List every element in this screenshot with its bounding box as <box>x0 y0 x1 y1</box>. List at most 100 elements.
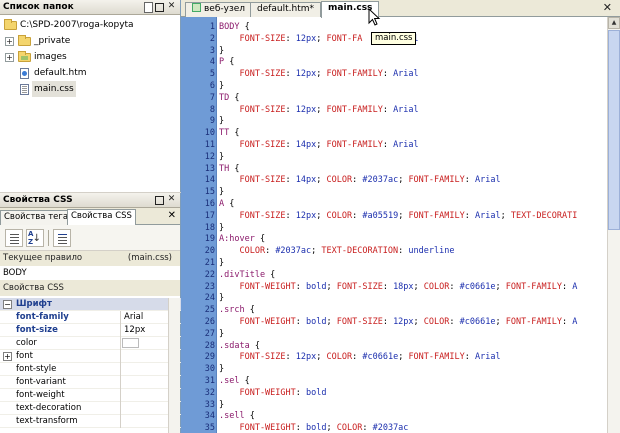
categorized-view-button[interactable] <box>5 229 23 247</box>
close-tab-icon[interactable]: ✕ <box>168 210 176 221</box>
code-token: .srch <box>219 305 245 316</box>
code-line[interactable]: FONT-SIZE: 12px; COLOR: #a05519; FONT-FA… <box>219 211 577 221</box>
code-token: Arial <box>393 104 419 115</box>
code-line[interactable]: } <box>219 258 224 268</box>
line-number: 19 <box>204 234 215 245</box>
code-line[interactable]: FONT-WEIGHT: bold; COLOR: #2037ac <box>219 423 408 433</box>
category-font[interactable]: − Шрифт <box>0 298 181 311</box>
property-value[interactable]: Arial <box>120 311 168 324</box>
tree-item-private[interactable]: + _private <box>0 33 180 49</box>
code-line[interactable]: } <box>219 293 224 303</box>
property-row[interactable]: font-variant <box>0 376 181 389</box>
editor-scrollbar[interactable]: ▲ <box>607 17 620 433</box>
current-rule-value-row[interactable]: BODY <box>0 266 180 281</box>
code-line[interactable]: .srch { <box>219 305 255 315</box>
property-row[interactable]: + font <box>0 350 181 363</box>
code-line[interactable]: FONT-WEIGHT: bold; FONT-SIZE: 12px; COLO… <box>219 317 577 327</box>
code-token: A:hover <box>219 234 255 245</box>
maximize-panel-icon[interactable] <box>155 196 164 205</box>
code-line[interactable]: FONT-SIZE: 12px; COLOR: #c0661e; FONT-FA… <box>219 352 500 363</box>
code-line[interactable]: FONT-SIZE: 12px; FONT-FAMILY: Arial <box>219 104 419 115</box>
code-line[interactable]: } <box>219 329 224 339</box>
code-line[interactable]: } <box>219 223 224 233</box>
maximize-panel-icon[interactable] <box>155 3 164 12</box>
property-value[interactable] <box>120 363 168 376</box>
code-line[interactable]: .divTitle { <box>219 270 275 280</box>
property-row[interactable]: color <box>0 337 181 350</box>
tree-item-images[interactable]: + images <box>0 49 180 65</box>
code-line[interactable]: A:hover { <box>219 234 265 244</box>
show-set-properties-button[interactable] <box>53 229 71 247</box>
collapse-icon[interactable]: − <box>3 300 12 309</box>
close-document-icon[interactable]: ✕ <box>603 1 612 14</box>
code-line[interactable]: FONT-WEIGHT: bold; FONT-SIZE: 18px; COLO… <box>219 282 577 292</box>
code-line[interactable]: .sdata { <box>219 341 260 351</box>
code-token: FONT-FAMILY <box>505 281 563 292</box>
code-token: 12px <box>295 352 317 363</box>
code-line[interactable]: } <box>219 187 224 197</box>
code-line[interactable]: FONT-SIZE: 14px; COLOR: #2037ac; FONT-FA… <box>219 175 500 185</box>
scroll-thumb[interactable] <box>608 30 620 230</box>
close-panel-icon[interactable]: ✕ <box>166 194 177 205</box>
tab-website[interactable]: веб-узел <box>185 2 253 17</box>
tree-item-label: default.htm <box>34 68 87 78</box>
property-value[interactable] <box>120 350 168 363</box>
code-line[interactable]: } <box>219 152 224 162</box>
code-token: : <box>285 210 296 221</box>
code-line[interactable]: TT { <box>219 128 240 138</box>
code-line[interactable]: P { <box>219 57 234 67</box>
property-value[interactable]: 12px <box>120 324 168 337</box>
property-row[interactable]: text-transform <box>0 415 181 428</box>
tree-item-default-htm[interactable]: default.htm <box>0 65 180 81</box>
property-value[interactable] <box>120 389 168 402</box>
new-page-icon[interactable] <box>144 2 153 13</box>
property-row[interactable]: text-decoration <box>0 402 181 415</box>
property-row[interactable]: font-weight <box>0 389 181 402</box>
expand-icon[interactable]: + <box>3 352 12 361</box>
code-line[interactable]: } <box>219 400 224 410</box>
property-row[interactable]: font-family Arial <box>0 311 181 324</box>
code-line[interactable]: FONT-SIZE: 14px; FONT-FAMILY: Arial <box>219 140 418 150</box>
code-line[interactable]: } <box>219 116 224 126</box>
code-line[interactable]: COLOR: #2037ac; TEXT-DECORATION: underli… <box>219 246 454 256</box>
tab-css-properties[interactable]: Свойства CSS <box>67 209 136 226</box>
tree-item-root[interactable]: C:\SPD-2007\roga-kopyta <box>0 17 180 33</box>
code-line[interactable]: BODY { <box>219 22 250 32</box>
code-area[interactable]: BODY { FONT-SIZE: 12px; FONT-FA Arial}P … <box>217 17 606 433</box>
property-value[interactable] <box>120 376 168 389</box>
expand-icon[interactable]: + <box>5 53 14 62</box>
property-row[interactable]: font-style <box>0 363 181 376</box>
close-panel-icon[interactable]: ✕ <box>166 1 177 12</box>
tree-item-main-css[interactable]: main.css <box>0 81 180 97</box>
code-line[interactable]: A { <box>219 199 234 209</box>
code-line[interactable]: .sell { <box>219 411 255 421</box>
code-token: ; <box>495 281 506 292</box>
property-value[interactable] <box>120 402 168 415</box>
code-line[interactable]: TH { <box>219 164 240 174</box>
line-number: 10 <box>204 128 215 139</box>
sort-az-button[interactable]: A Z ↓ <box>26 229 44 247</box>
code-line[interactable]: .sel { <box>219 376 250 386</box>
code-line[interactable]: TD { <box>219 93 240 103</box>
code-line[interactable]: } <box>219 46 224 56</box>
line-number: 26 <box>204 317 215 327</box>
current-rule-file: (main.css) <box>127 253 172 263</box>
scroll-up-icon[interactable]: ▲ <box>608 17 620 29</box>
code-line[interactable]: FONT-WEIGHT: bold <box>219 388 326 398</box>
code-token: : <box>285 33 296 44</box>
property-grid-scrollbar[interactable] <box>168 298 180 433</box>
color-swatch[interactable] <box>122 338 139 348</box>
property-value[interactable] <box>120 415 168 428</box>
expand-icon[interactable]: + <box>5 37 14 46</box>
code-line[interactable]: } <box>219 81 224 91</box>
tab-tag-properties[interactable]: Свойства тега <box>0 210 73 225</box>
code-token: A <box>572 317 578 327</box>
code-token: } <box>219 116 225 127</box>
line-number: 14 <box>204 175 215 186</box>
code-token: ; <box>398 210 409 221</box>
property-row[interactable]: font-size 12px <box>0 324 181 337</box>
code-line[interactable]: FONT-SIZE: 12px; FONT-FAMILY: Arial <box>219 69 418 79</box>
code-line[interactable]: } <box>219 364 224 374</box>
website-icon <box>192 3 201 12</box>
tab-default-htm[interactable]: default.htm* <box>250 2 322 17</box>
